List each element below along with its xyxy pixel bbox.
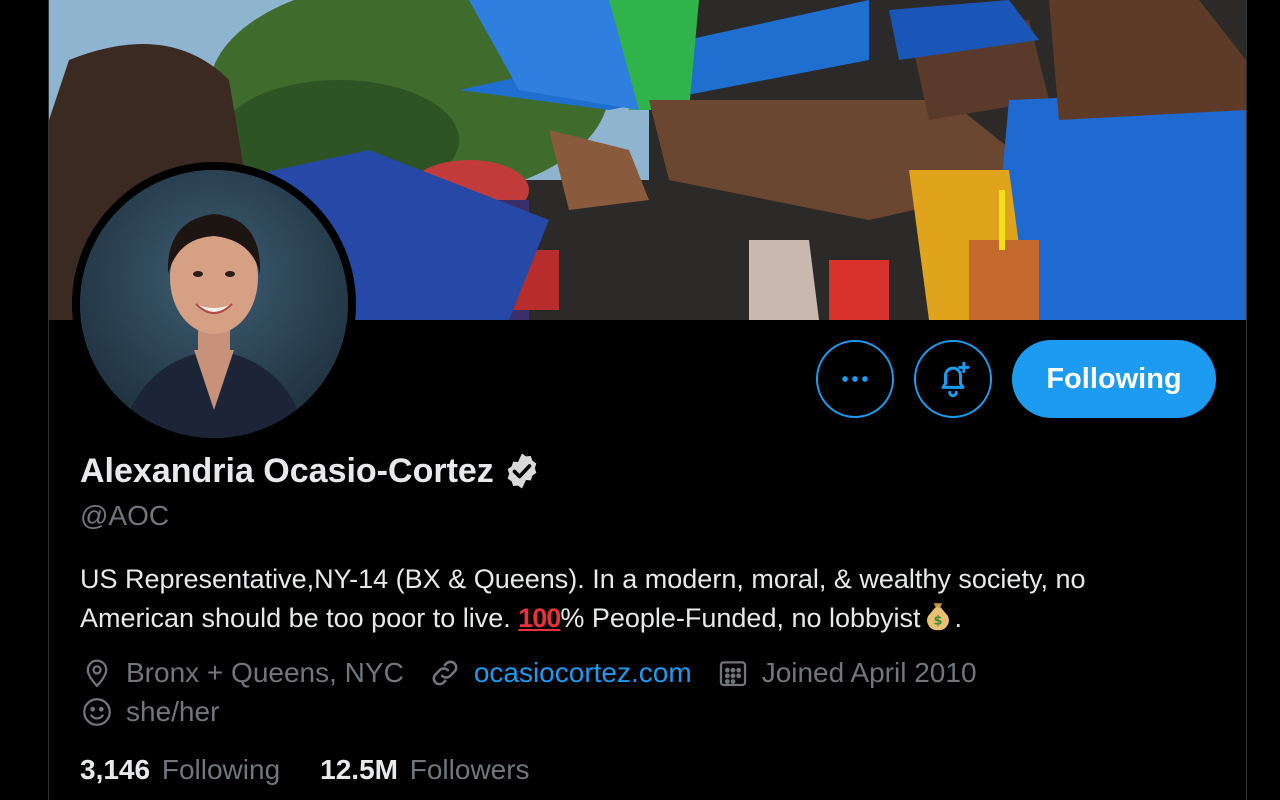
location-text: Bronx + Queens, NYC bbox=[126, 657, 404, 688]
location-pin-icon bbox=[86, 659, 108, 688]
website-link[interactable]: ocasiocortez.com bbox=[474, 657, 692, 689]
bio-text-part3: . bbox=[954, 603, 963, 633]
profile-meta-row: Bronx + Queens, NYC ocasiocortez.com Joi… bbox=[80, 656, 1001, 690]
following-count: 3,146 bbox=[80, 754, 151, 785]
bio-text-part2: % People-Funded, no lobbyist bbox=[560, 603, 921, 633]
verified-badge-icon bbox=[507, 453, 537, 489]
followers-count: 12.5M bbox=[320, 754, 398, 785]
followers-stat[interactable]: 12.5M Followers bbox=[320, 754, 529, 786]
following-button[interactable]: Following bbox=[1012, 340, 1216, 418]
hundred-points-emoji: 100 bbox=[518, 603, 561, 633]
more-options-button[interactable] bbox=[816, 340, 894, 418]
avatar-photo bbox=[80, 170, 348, 438]
profile-meta-row-2: she/her bbox=[80, 695, 243, 729]
joined-date: Joined April 2010 bbox=[761, 657, 977, 688]
pronouns-text: she/her bbox=[126, 696, 220, 727]
smiley-face-icon bbox=[83, 698, 111, 726]
joined-item: Joined April 2010 bbox=[716, 656, 977, 690]
calendar-icon bbox=[719, 661, 746, 687]
profile-avatar[interactable] bbox=[72, 162, 356, 446]
profile-handle: @AOC bbox=[80, 500, 170, 531]
follow-stats: 3,146 Following 12.5M Followers bbox=[80, 754, 570, 786]
profile-name: Alexandria Ocasio-Cortez bbox=[80, 451, 494, 490]
link-icon bbox=[432, 660, 458, 686]
pronouns-item: she/her bbox=[80, 695, 219, 729]
following-stat[interactable]: 3,146 Following bbox=[80, 754, 280, 786]
website-item: ocasiocortez.com bbox=[428, 656, 692, 690]
following-label: Following bbox=[161, 754, 281, 785]
notifications-button[interactable] bbox=[914, 340, 992, 418]
profile-bio: US Representative,NY-14 (BX & Queens). I… bbox=[80, 560, 1200, 638]
bell-plus-icon bbox=[941, 361, 970, 398]
location-item: Bronx + Queens, NYC bbox=[80, 656, 404, 690]
more-horizontal-icon bbox=[842, 376, 868, 382]
svg-text:$: $ bbox=[933, 614, 942, 629]
profile-name-row: Alexandria Ocasio-Cortez bbox=[80, 451, 542, 491]
money-bag-icon: $ bbox=[926, 603, 949, 631]
followers-label: Followers bbox=[409, 754, 530, 785]
